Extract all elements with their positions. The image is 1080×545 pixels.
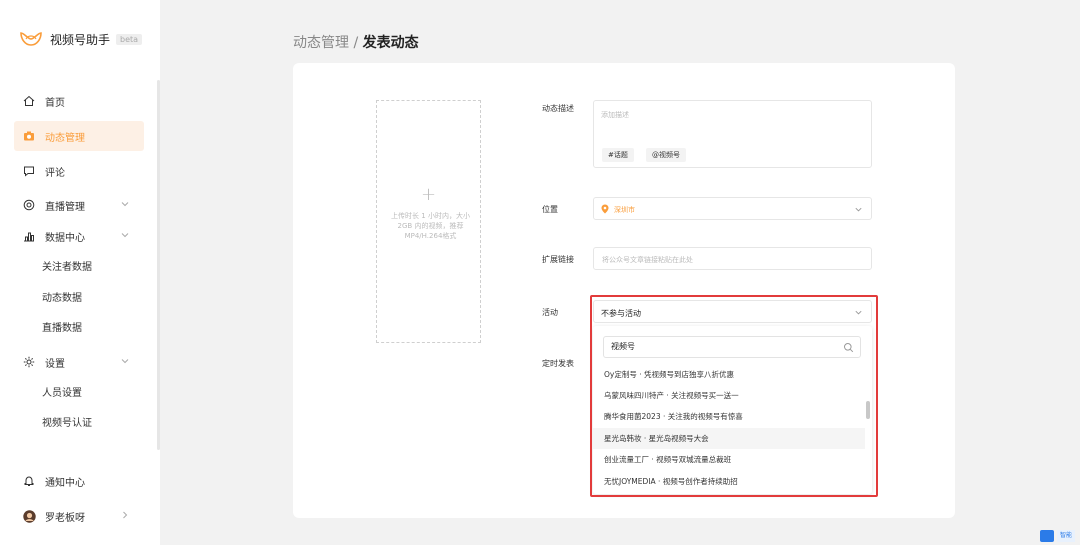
sidebar-item-comments[interactable]: 评论	[14, 156, 144, 186]
bell-icon	[22, 474, 36, 488]
sidebar: 视频号助手 beta 首页 动态管理 评论 直播管理 数据中心 关注者数据 动态…	[0, 0, 160, 545]
gear-icon	[22, 355, 36, 369]
chart-icon	[22, 229, 36, 243]
chevron-down-icon	[121, 359, 129, 364]
desc-textarea[interactable]: 添加描述 #话题 @视频号	[593, 100, 872, 168]
location-value: 深圳市	[614, 206, 635, 214]
sidebar-item-live[interactable]: 直播管理	[14, 190, 144, 220]
sidebar-scrollbar[interactable]	[157, 80, 160, 450]
location-label: 位置	[542, 205, 558, 214]
app-logo[interactable]: 视频号助手 beta	[20, 30, 143, 48]
video-upload-area[interactable]: + 上传时长 1 小时内，大小 2GB 内的视频，推荐MP4/H.264格式	[376, 100, 481, 343]
sidebar-subitem-follower-data[interactable]: 关注者数据	[42, 258, 92, 278]
sidebar-item-label: 评论	[45, 167, 65, 179]
home-icon	[22, 94, 36, 108]
link-placeholder: 将公众号文章链接粘贴在此处	[602, 256, 693, 264]
sidebar-item-settings[interactable]: 设置	[14, 347, 144, 377]
activity-label: 活动	[542, 308, 558, 317]
sidebar-subitem-live-data[interactable]: 直播数据	[42, 319, 82, 339]
desc-label: 动态描述	[542, 104, 574, 113]
app-title: 视频号助手	[50, 32, 111, 47]
chevron-down-icon	[855, 207, 862, 212]
desc-placeholder: 添加描述	[601, 111, 629, 119]
avatar	[22, 509, 36, 523]
link-label: 扩展链接	[542, 255, 574, 264]
sidebar-item-notify[interactable]: 通知中心	[14, 466, 144, 496]
plus-icon: +	[420, 184, 437, 205]
float-widget-label: 智能	[1057, 530, 1076, 542]
live-icon	[22, 198, 36, 212]
schedule-label: 定时发表	[542, 359, 574, 368]
upload-tip: 上传时长 1 小时内，大小 2GB 内的视频，推荐MP4/H.264格式	[391, 212, 470, 240]
chevron-down-icon	[121, 233, 129, 238]
highlight-box	[590, 295, 878, 497]
sidebar-subitem-staff[interactable]: 人员设置	[42, 384, 82, 404]
sidebar-item-label: 动态管理	[45, 132, 85, 144]
sidebar-item-label: 数据中心	[45, 232, 85, 244]
sidebar-subitem-verify[interactable]: 视频号认证	[42, 414, 92, 434]
user-name: 罗老板呀	[45, 512, 85, 524]
chevron-down-icon	[121, 202, 129, 207]
breadcrumb: 动态管理 / 发表动态	[293, 32, 419, 52]
sidebar-item-label: 首页	[45, 97, 65, 109]
logo-icon	[20, 32, 42, 46]
camera-icon	[22, 129, 36, 143]
sidebar-item-label: 直播管理	[45, 201, 85, 213]
sidebar-item-home[interactable]: 首页	[14, 86, 144, 116]
sidebar-item-label: 通知中心	[45, 477, 85, 489]
robot-icon	[1040, 530, 1054, 542]
sidebar-item-label: 设置	[45, 358, 65, 370]
link-input[interactable]: 将公众号文章链接粘贴在此处	[593, 247, 872, 270]
sidebar-item-posts[interactable]: 动态管理	[14, 121, 144, 151]
float-widget[interactable]: 智能	[1040, 530, 1080, 545]
comment-icon	[22, 164, 36, 178]
sidebar-subitem-post-data[interactable]: 动态数据	[42, 289, 82, 309]
topic-button[interactable]: #话题	[602, 148, 634, 162]
chevron-right-icon	[123, 511, 128, 519]
page-title: 发表动态	[362, 35, 419, 51]
sidebar-item-user[interactable]: 罗老板呀	[14, 501, 144, 531]
beta-badge: beta	[116, 33, 143, 45]
sidebar-item-data[interactable]: 数据中心	[14, 221, 144, 251]
breadcrumb-separator: /	[349, 35, 363, 51]
location-pin-icon	[601, 204, 609, 214]
location-select[interactable]: 深圳市	[593, 197, 872, 220]
mention-button[interactable]: @视频号	[646, 148, 686, 162]
breadcrumb-parent[interactable]: 动态管理	[293, 35, 349, 51]
